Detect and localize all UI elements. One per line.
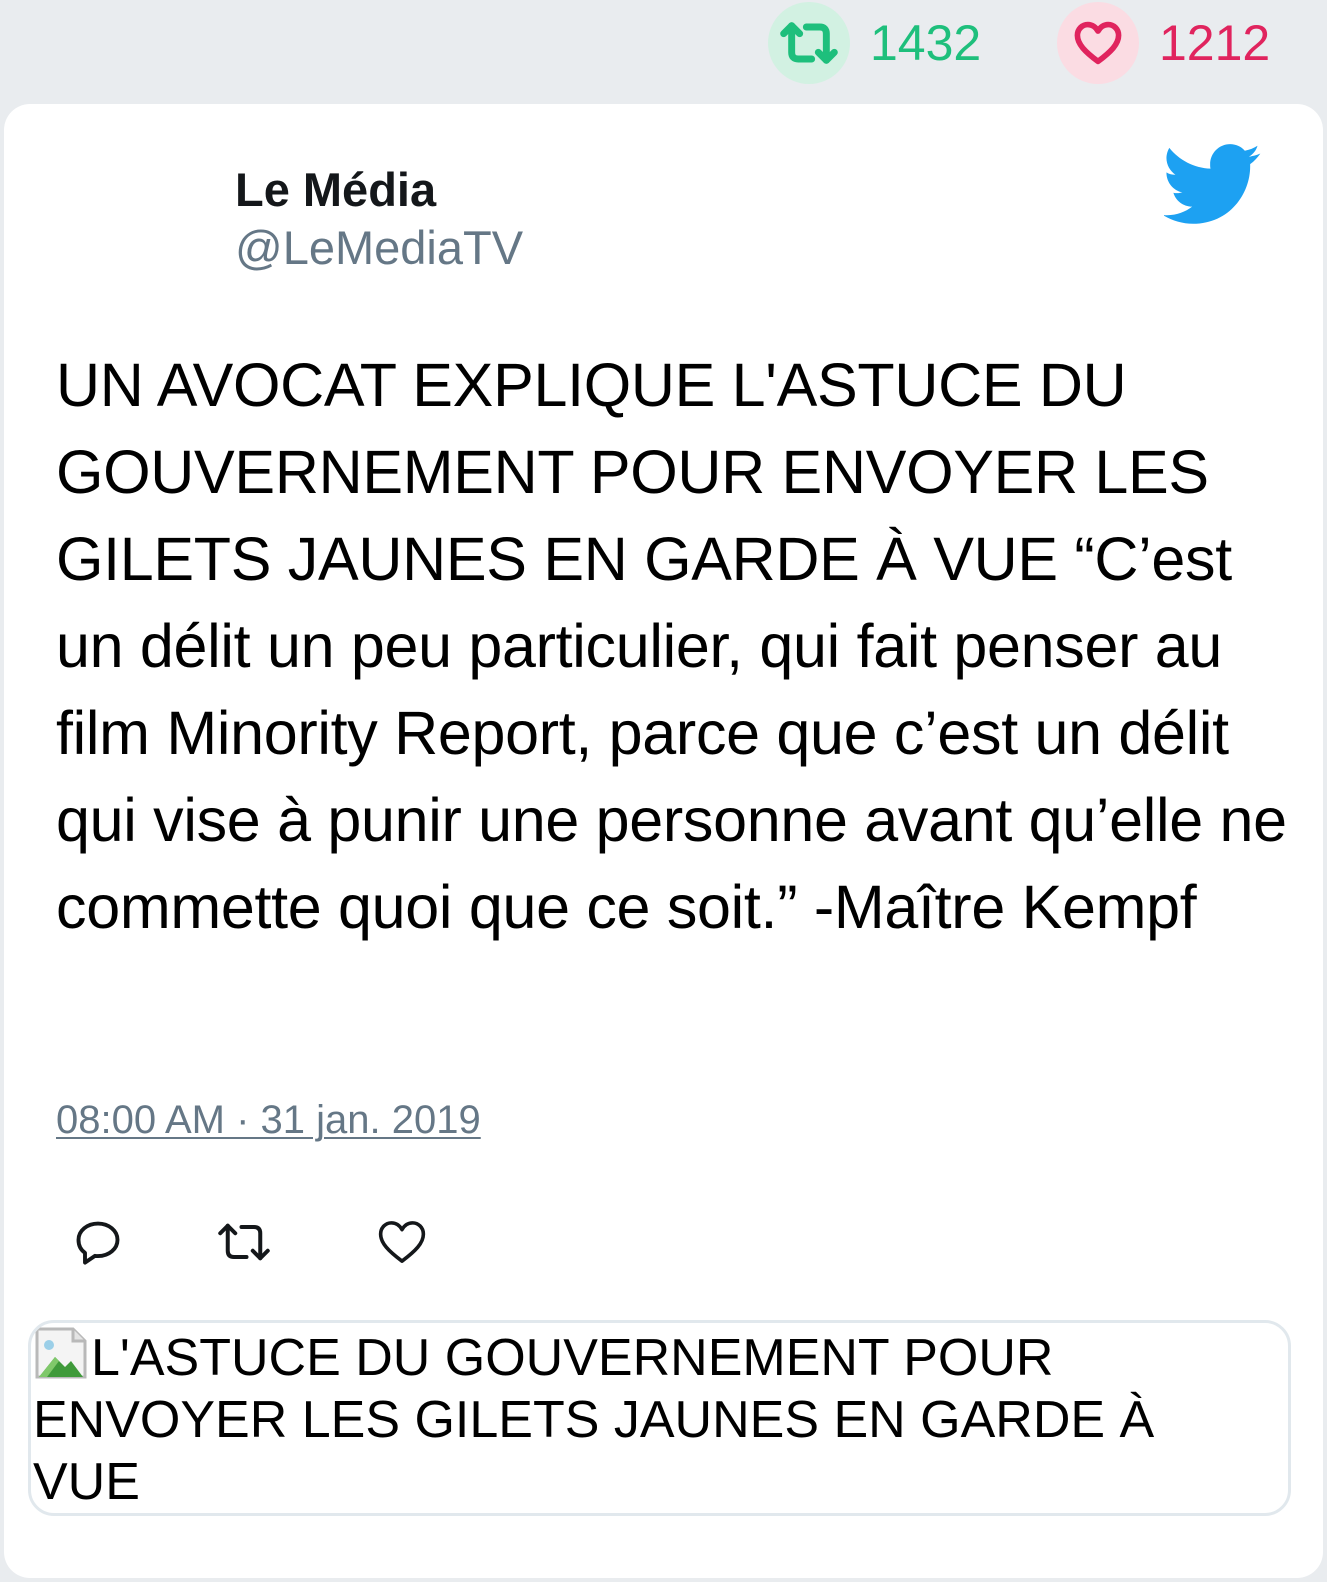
retweet-stat[interactable]: 1432 — [768, 2, 981, 84]
author-handle[interactable]: @LeMediaTV — [235, 220, 523, 276]
author-name[interactable]: Le Média — [235, 162, 436, 218]
twitter-bird-icon[interactable] — [1164, 144, 1262, 226]
link-preview-image[interactable]: L'ASTUCE DU GOUVERNEMENT POUR ENVOYER LE… — [33, 1325, 1263, 1513]
link-preview-card[interactable]: L'ASTUCE DU GOUVERNEMENT POUR ENVOYER LE… — [28, 1320, 1291, 1516]
heart-icon[interactable] — [1057, 2, 1139, 84]
like-button[interactable] — [372, 1212, 432, 1272]
reply-icon — [76, 1221, 120, 1265]
broken-image-icon — [35, 1327, 87, 1379]
engagement-stats-bar: 1432 1212 — [0, 0, 1327, 100]
retweet-button[interactable] — [214, 1212, 274, 1272]
retweet-icon[interactable] — [768, 2, 850, 84]
retweet-action-icon — [218, 1223, 270, 1261]
tweet-timestamp[interactable]: 08:00 AM · 31 jan. 2019 — [56, 1098, 481, 1143]
retweet-count: 1432 — [870, 15, 982, 71]
reply-button[interactable] — [68, 1212, 128, 1272]
tweet-text: UN AVOCAT EXPLIQUE L'ASTUCE DU GOUVERNEM… — [56, 351, 1287, 941]
link-preview-alt-text: L'ASTUCE DU GOUVERNEMENT POUR ENVOYER LE… — [33, 1329, 1155, 1511]
tweet-card: Le Média @LeMediaTV UN AVOCAT EXPLIQUE L… — [4, 104, 1323, 1578]
like-count: 1212 — [1159, 15, 1271, 71]
like-stat[interactable]: 1212 — [1057, 2, 1270, 84]
heart-outline-icon — [378, 1221, 426, 1263]
